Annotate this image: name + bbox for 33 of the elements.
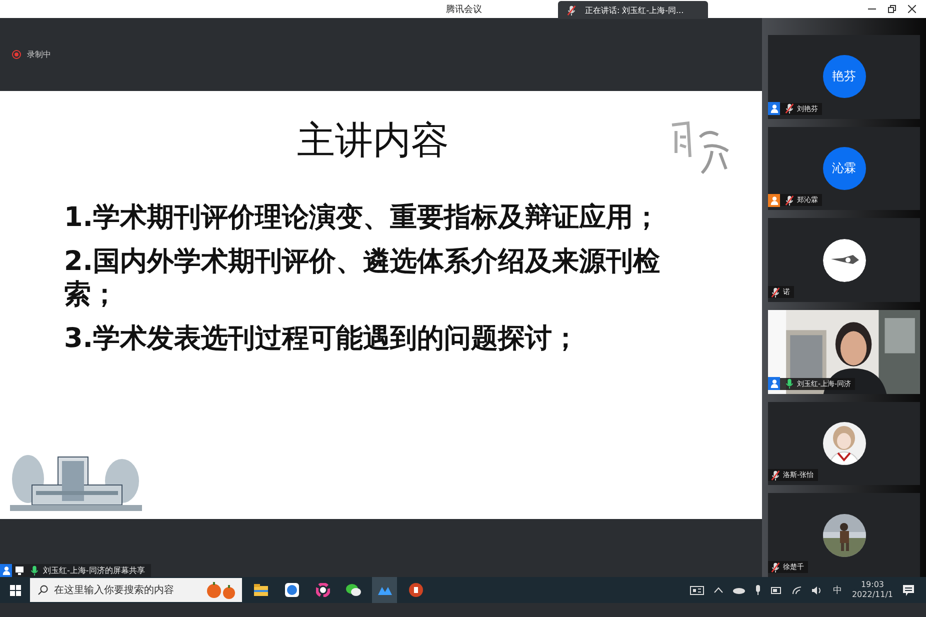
search-field[interactable]: 在这里输入你要搜索的内容 [30, 578, 242, 602]
news-icon[interactable] [690, 586, 704, 594]
slide-bullet: 3.学术发表选刊过程可能遇到的问题探讨； [64, 323, 580, 356]
speaker-icon[interactable] [812, 586, 823, 594]
speaking-text: 正在讲话: 刘玉红-上海-同... [585, 4, 684, 16]
search-placeholder: 在这里输入你要搜索的内容 [54, 584, 174, 597]
ime-indicator[interactable]: 中 [832, 584, 842, 596]
windows-icon[interactable] [10, 584, 20, 596]
clock[interactable]: 19:03 2022/11/1 [852, 580, 893, 600]
clock-time: 19:03 [860, 580, 884, 590]
share-text: 刘玉红-上海-同济的屏幕共享 [43, 565, 145, 576]
person-icon [0, 564, 12, 577]
meeting-app-icon[interactable] [372, 577, 397, 603]
slide-title: 主讲内容 [297, 117, 449, 164]
mic-icon[interactable] [754, 585, 761, 595]
window-title: 腾讯会议 [446, 4, 482, 16]
screen-icon [15, 566, 24, 575]
search-icon [38, 585, 48, 595]
clock-date: 2022/11/1 [852, 590, 893, 600]
slide-bullet: 1.学术期刊评价理论演变、重要指标及辩证应用； [64, 202, 662, 234]
slide-bullet: 2.国内外学术期刊评价、遴选体系介绍及来源刊检索； [64, 246, 662, 312]
recording-label: 录制中 [27, 49, 51, 60]
notification-icon[interactable] [903, 584, 914, 596]
record-icon [12, 50, 21, 59]
avatar-icon [822, 238, 866, 282]
chevron-up-icon[interactable] [714, 587, 723, 593]
avatar-initials: 沁霖 [822, 147, 866, 190]
avatar-initials: 艳芬 [822, 55, 866, 98]
close-icon[interactable] [908, 5, 916, 13]
cloud-icon[interactable] [732, 586, 745, 594]
wifi-icon[interactable] [792, 586, 802, 594]
restore-icon[interactable] [888, 5, 896, 13]
battery-icon[interactable] [770, 586, 782, 594]
